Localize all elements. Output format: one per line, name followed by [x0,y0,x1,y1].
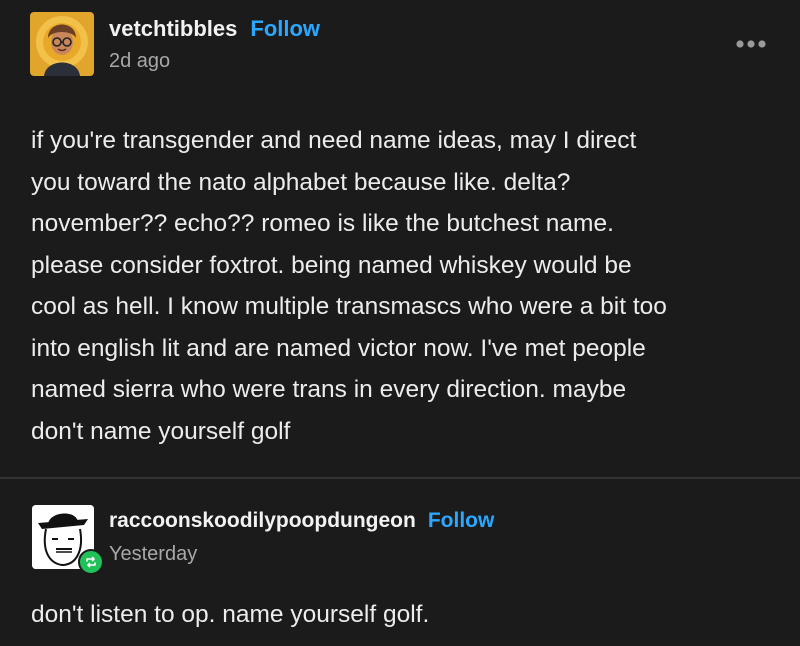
ellipsis-icon [736,40,766,48]
post-body-line: into english lit and are named victor no… [31,334,646,362]
reblog-follow-button[interactable]: Follow [428,509,495,533]
follow-button[interactable]: Follow [250,16,320,42]
post-body-line: please consider foxtrot. being named whi… [31,251,632,279]
avatar[interactable] [30,12,94,76]
post-body-line: cool as hell. I know multiple transmascs… [31,293,667,320]
reblog-timestamp: Yesterday [109,543,198,565]
avatar-illustration [30,12,94,76]
reblog-badge [78,549,104,575]
post-body-line: named sierra who were trans in every dir… [31,376,627,403]
post-body-line: don't name yourself golf [31,417,291,445]
post-body-line: you toward the nato alphabet because lik… [31,168,571,196]
reblog-body: don't listen to op. name yourself golf. [31,601,430,628]
post-body: if you're transgender and need name idea… [31,120,771,452]
post-author-row: vetchtibbles Follow [109,16,320,46]
reblog-icon [86,556,96,568]
divider [0,477,800,479]
post-header: vetchtibbles Follow 2d ago [30,12,770,76]
post-username[interactable]: vetchtibbles [109,16,237,42]
reblog-username[interactable]: raccoonskoodilypoopdungeon [109,509,416,533]
post-timestamp: 2d ago [109,50,171,72]
tumblr-post-thread: vetchtibbles Follow 2d ago if you're tra… [0,0,800,646]
reblog-header: raccoonskoodilypoopdungeon Follow Yester… [30,505,770,575]
post-body-line: november?? echo?? romeo is like the butc… [31,210,614,237]
more-options-button[interactable] [734,34,768,54]
reblog-author-row: raccoonskoodilypoopdungeon Follow [109,509,494,539]
post-body-line: if you're transgender and need name idea… [31,127,637,154]
